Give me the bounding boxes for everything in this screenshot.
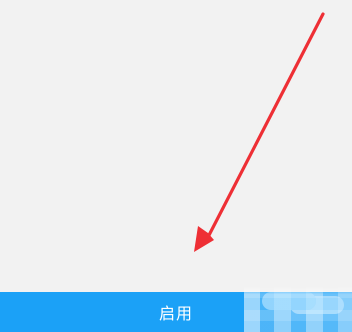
red-pointer-arrow-icon: [194, 12, 325, 252]
enable-button[interactable]: 启用: [0, 292, 352, 332]
screen: 启用: [0, 0, 352, 332]
enable-button-label: 启用: [158, 306, 193, 323]
